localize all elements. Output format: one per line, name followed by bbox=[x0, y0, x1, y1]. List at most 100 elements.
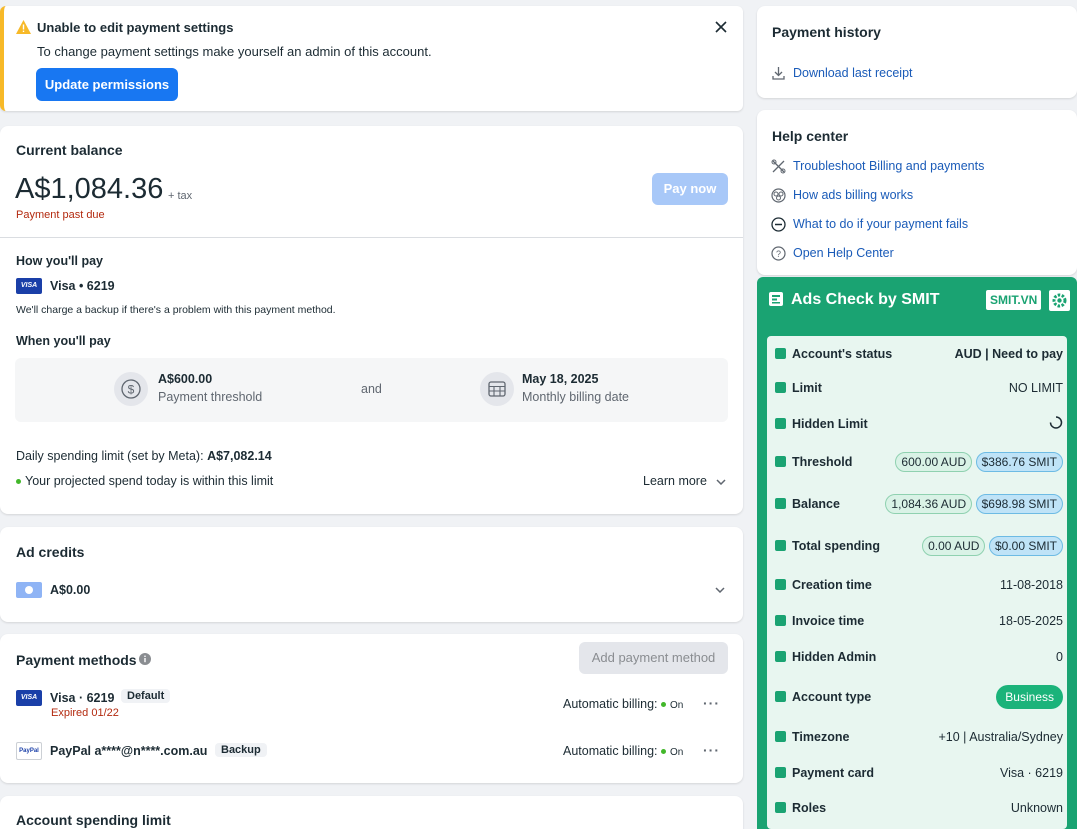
row-hidden-limit: Hidden Limit bbox=[775, 406, 1063, 442]
method-name: Visa · 6219 bbox=[50, 691, 115, 705]
smit-title: Ads Check by SMIT bbox=[791, 291, 940, 308]
row-label: Creation time bbox=[792, 578, 872, 592]
card-icon bbox=[775, 767, 786, 778]
balance-amount: A$1,084.36 bbox=[15, 173, 164, 205]
help-link-open-center[interactable]: Open Help Center bbox=[793, 246, 894, 260]
row-payment-card: Payment card Visa · 6219 bbox=[775, 755, 1063, 791]
row-label: Total spending bbox=[792, 539, 880, 553]
row-label: Account type bbox=[792, 690, 872, 704]
auto-billing-status: Automatic billing: On bbox=[563, 697, 683, 711]
timezone-icon bbox=[775, 731, 786, 742]
smit-badge[interactable]: SMIT.VN bbox=[986, 290, 1042, 310]
visa-icon: VISA bbox=[16, 278, 42, 294]
invoice-value: 18-05-2025 bbox=[999, 614, 1063, 628]
ads-check-panel: Ads Check by SMIT SMIT.VN Account's stat… bbox=[757, 277, 1077, 829]
daily-limit-label: Daily spending limit (set by Meta): bbox=[16, 449, 204, 463]
svg-text:$: $ bbox=[128, 383, 135, 397]
status-dot-icon bbox=[660, 749, 666, 755]
credit-icon bbox=[16, 582, 42, 598]
projected-spend: Your projected spend today is within thi… bbox=[16, 474, 273, 488]
status-dot-icon bbox=[660, 702, 666, 708]
chevron-down-icon bbox=[716, 479, 726, 485]
row-creation-time: Creation time 11-08-2018 bbox=[775, 567, 1063, 603]
auto-billing-label: Automatic billing: bbox=[563, 697, 658, 711]
auto-billing-status: Automatic billing: On bbox=[563, 744, 683, 758]
row-label: Invoice time bbox=[792, 614, 865, 628]
status-value: AUD | Need to pay bbox=[954, 347, 1063, 361]
threshold-label: Payment threshold bbox=[158, 390, 263, 404]
svg-text:?: ? bbox=[776, 249, 781, 259]
row-label: Balance bbox=[792, 497, 840, 511]
row-total-spending: Total spending 0.00 AUD $0.00 SMIT bbox=[775, 528, 1063, 564]
daily-limit: Daily spending limit (set by Meta): A$7,… bbox=[16, 449, 272, 463]
payment-card-value: Visa · 6219 bbox=[999, 766, 1063, 780]
help-link-billing-works[interactable]: How ads billing works bbox=[793, 188, 913, 202]
balance-heading: Current balance bbox=[16, 142, 123, 158]
roles-value: Unknown bbox=[1010, 801, 1063, 815]
more-options-icon[interactable]: ··· bbox=[703, 742, 720, 758]
download-receipt-link[interactable]: Download last receipt bbox=[793, 66, 913, 80]
timezone-value: +10 | Australia/Sydney bbox=[938, 730, 1063, 744]
loading-spinner-icon bbox=[1049, 416, 1063, 433]
total-aud-pill: 0.00 AUD bbox=[922, 536, 986, 556]
visa-icon: VISA bbox=[16, 690, 42, 706]
billing-date-label: Monthly billing date bbox=[522, 390, 630, 404]
help-link-payment-fails[interactable]: What to do if your payment fails bbox=[793, 217, 968, 231]
row-timezone: Timezone +10 | Australia/Sydney bbox=[775, 719, 1063, 755]
row-label: Hidden Limit bbox=[792, 417, 868, 431]
help-link-troubleshoot[interactable]: Troubleshoot Billing and payments bbox=[793, 159, 984, 173]
tools-icon bbox=[771, 159, 786, 174]
row-hidden-admin: Hidden Admin 0 bbox=[775, 639, 1063, 675]
permission-alert: Unable to edit payment settings To chang… bbox=[0, 6, 743, 111]
alert-title: Unable to edit payment settings bbox=[37, 20, 234, 35]
history-heading: Payment history bbox=[772, 24, 881, 40]
threshold-icon bbox=[775, 456, 786, 467]
info-icon[interactable] bbox=[139, 653, 151, 665]
hidden-limit-icon bbox=[775, 418, 786, 429]
add-payment-method-button[interactable]: Add payment method bbox=[579, 642, 728, 674]
limit-value: NO LIMIT bbox=[1008, 381, 1063, 395]
method-name: PayPal a****@n****.com.au bbox=[50, 744, 208, 758]
more-options-icon[interactable]: ··· bbox=[703, 695, 720, 711]
backup-badge: Backup bbox=[215, 743, 267, 757]
account-spending-limit-card: Account spending limit bbox=[0, 796, 743, 829]
when-pay-heading: When you'll pay bbox=[16, 334, 111, 348]
calendar-icon bbox=[480, 372, 514, 406]
learn-more-label: Learn more bbox=[643, 474, 707, 488]
paypal-icon: PayPal bbox=[16, 742, 42, 760]
close-icon[interactable] bbox=[715, 21, 727, 33]
ad-credits-card: Ad credits A$0.00 bbox=[0, 527, 743, 622]
row-label: Roles bbox=[792, 801, 827, 815]
row-invoice-time: Invoice time 18-05-2025 bbox=[775, 603, 1063, 639]
row-account-type: Account type Business bbox=[775, 679, 1063, 715]
settings-gear-icon[interactable] bbox=[1049, 290, 1070, 311]
help-center-card: Help center Troubleshoot Billing and pay… bbox=[757, 110, 1077, 275]
balance-smit-pill: $698.98 SMIT bbox=[975, 494, 1063, 514]
billing-date-value: May 18, 2025 bbox=[522, 372, 599, 386]
current-balance-card: Current balance A$1,084.36 + tax Payment… bbox=[0, 126, 743, 514]
question-icon: ? bbox=[771, 246, 786, 261]
row-label: Account's status bbox=[792, 347, 893, 361]
row-label: Payment card bbox=[792, 766, 874, 780]
row-account-status: Account's status AUD | Need to pay bbox=[775, 336, 1063, 372]
threshold-smit-pill: $386.76 SMIT bbox=[975, 452, 1063, 472]
daily-limit-value: A$7,082.14 bbox=[207, 449, 272, 463]
shield-icon bbox=[775, 651, 786, 662]
creation-value: 11-08-2018 bbox=[999, 578, 1063, 592]
card-label: Visa • 6219 bbox=[50, 279, 115, 293]
row-label: Timezone bbox=[792, 730, 850, 744]
update-permissions-button[interactable]: Update permissions bbox=[36, 68, 178, 101]
spending-icon bbox=[775, 540, 786, 551]
chevron-down-icon[interactable] bbox=[715, 587, 725, 593]
projected-text: Your projected spend today is within thi… bbox=[25, 474, 274, 488]
payment-methods-card: Payment methods Add payment method VISA … bbox=[0, 634, 743, 783]
learn-more-link[interactable]: Learn more bbox=[643, 474, 726, 488]
balance-aud-pill: 1,084.36 AUD bbox=[885, 494, 973, 514]
balance-icon bbox=[775, 498, 786, 509]
pay-now-button[interactable]: Pay now bbox=[652, 173, 728, 205]
billing-schedule: $ A$600.00 Payment threshold and May 18,… bbox=[15, 358, 728, 422]
smit-details: Account's status AUD | Need to pay Limit… bbox=[767, 336, 1067, 829]
row-balance: Balance 1,084.36 AUD $698.98 SMIT bbox=[775, 486, 1063, 522]
row-limit: Limit NO LIMIT bbox=[775, 370, 1063, 406]
account-type-badge: Business bbox=[996, 685, 1063, 709]
